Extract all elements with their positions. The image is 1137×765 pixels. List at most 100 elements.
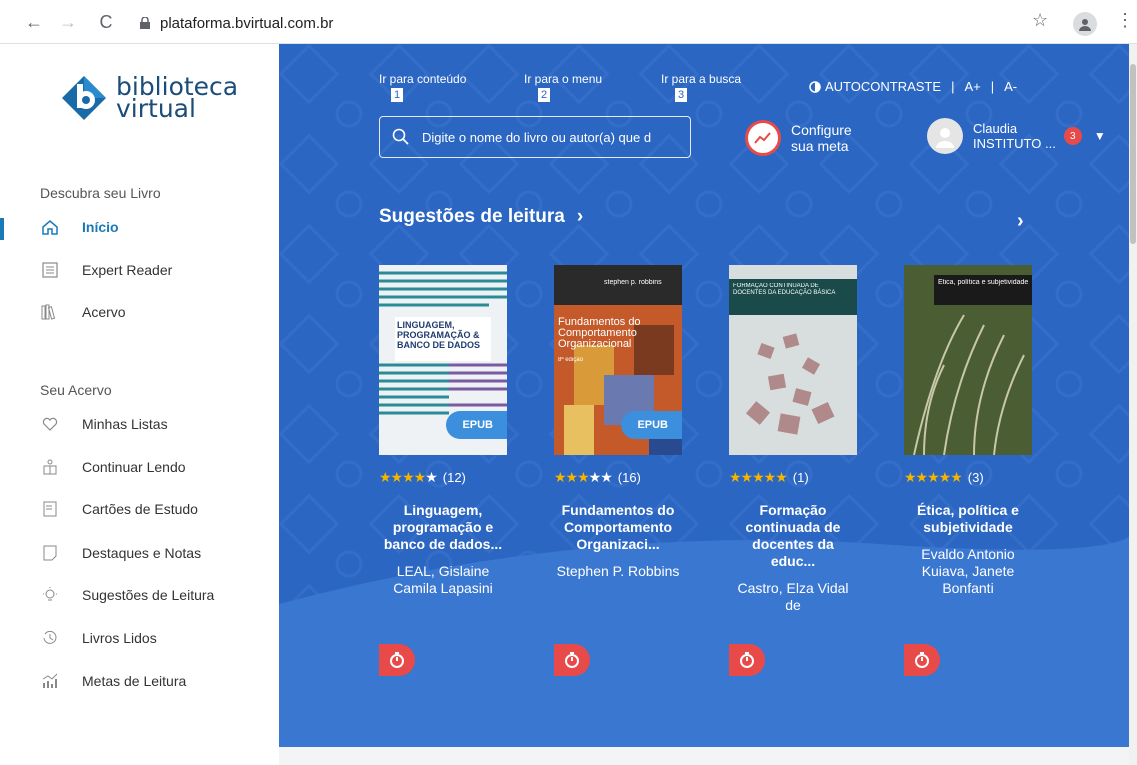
sidebar-item-expert-reader[interactable]: Expert Reader [40,255,260,285]
bookmark-star-icon[interactable]: ☆ [1032,10,1048,31]
book-author: Stephen P. Robbins [556,563,680,579]
menu-kebab-icon[interactable]: ⋮ [1116,10,1134,31]
history-icon [40,628,60,648]
lightbulb-icon [40,585,60,605]
stopwatch-icon [740,652,754,668]
section-header[interactable]: Sugestões de leitura › [379,206,583,228]
avatar [927,118,963,154]
browser-toolbar: ← → C plataforma.bvirtual.com.br ☆ ⋮ [0,0,1137,44]
stopwatch-icon [390,652,404,668]
chevron-right-icon: › [576,206,584,227]
epub-badge: EPUB [621,411,682,439]
book-title[interactable]: Formação continuada de docentes da educ.… [729,502,857,570]
configure-goal-button[interactable]: Configure sua meta [745,120,852,156]
skip-number: 1 [391,88,403,102]
sidebar-item-inicio[interactable]: Início [40,212,260,242]
book-cover[interactable]: Ética, política e subjetividade [904,265,1032,455]
logo[interactable]: biblioteca virtual [60,74,238,122]
rating-count: (12) [442,470,466,485]
cover-title: FORMAÇÃO CONTINUADA DE DOCENTES DA EDUCA… [733,283,836,296]
back-arrow-icon[interactable]: ← [20,8,48,36]
sidebar-item-label: Destaques e Notas [82,545,202,561]
book-card[interactable]: LINGUAGEM, PROGRAMAÇÃO & BANCO DE DADOS … [379,265,519,597]
sidebar: biblioteca virtual Descubra seu Livro In… [0,44,279,765]
cards-icon [40,499,60,519]
contrast-icon [809,80,821,93]
cover-title: Fundamentos do Comportamento Organizacio… [558,317,641,350]
profile-icon[interactable] [1073,12,1097,36]
scrollbar[interactable] [1129,44,1137,765]
rating: ★★★★★ (3) [904,469,1044,486]
timer-button[interactable] [904,644,940,676]
book-card[interactable]: Ética, política e subjetividade ★★★★★ (3… [904,265,1044,597]
search-input[interactable] [422,129,672,145]
skip-link-menu[interactable]: Ir para o menu [524,72,602,86]
book-card[interactable]: stephen p. robbins Fundamentos do Compor… [554,265,694,580]
stars-icon: ★★★★★ [904,469,963,485]
address-bar[interactable]: plataforma.bvirtual.com.br [140,10,333,36]
book-title[interactable]: Linguagem, programação e banco de dados.… [379,502,507,553]
sidebar-item-label: Cartões de Estudo [82,501,198,517]
books-icon [40,302,60,322]
stopwatch-icon [915,652,929,668]
cover-title: Ética, política e subjetividade [938,279,1029,286]
book-cover[interactable]: FORMAÇÃO CONTINUADA DE DOCENTES DA EDUCA… [729,265,857,455]
section-title-acervo: Seu Acervo [40,382,112,398]
accessibility-bar: AUTOCONTRASTE | A+ | A- [809,79,1017,94]
font-decrease-button[interactable]: A- [1004,79,1017,94]
book-author: LEAL, Gislaine Camila Lapasini [393,563,493,596]
lock-icon [140,17,150,29]
sidebar-item-sugestoes[interactable]: Sugestões de Leitura [40,580,260,610]
cover-text: LINGUAGEM, PROGRAMAÇÃO & BANCO DE DADOS [397,320,481,350]
timer-button[interactable] [379,644,415,676]
rating: ★★★★★ (1) [729,469,869,486]
caret-down-icon[interactable]: ▼ [1094,129,1106,143]
chart-icon [40,671,60,691]
goal-line2: sua meta [791,138,849,154]
sidebar-item-continuar-lendo[interactable]: Continuar Lendo [40,452,260,482]
rating-count: (3) [967,470,984,485]
sidebar-item-label: Expert Reader [82,262,173,278]
book-cover[interactable]: LINGUAGEM, PROGRAMAÇÃO & BANCO DE DADOS … [379,265,507,455]
rating-count: (1) [792,470,809,485]
book-cover[interactable]: stephen p. robbins Fundamentos do Compor… [554,265,682,455]
sidebar-item-livros-lidos[interactable]: Livros Lidos [40,623,260,653]
rating-count: (16) [617,470,641,485]
skip-number: 3 [675,88,687,102]
sidebar-item-label: Início [82,219,119,235]
skip-link-search[interactable]: Ir para a busca [661,72,741,86]
book-title[interactable]: Ética, política e subjetividade [904,502,1032,536]
timer-button[interactable] [554,644,590,676]
heart-icon [40,414,60,434]
user-menu[interactable]: Claudia INSTITUTO ... 3 ▼ [927,118,1106,154]
book-title[interactable]: Fundamentos do Comportamento Organizaci.… [554,502,682,553]
stars-icon: ★★★★★ [729,469,788,485]
reload-icon[interactable]: C [92,8,120,36]
skip-number: 2 [538,88,550,102]
autocontrast-button[interactable]: AUTOCONTRASTE [825,79,941,94]
scrollbar-thumb[interactable] [1130,64,1136,244]
sidebar-item-cartoes-estudo[interactable]: Cartões de Estudo [40,494,260,524]
goal-trend-icon [745,120,781,156]
sidebar-item-metas[interactable]: Metas de Leitura [40,666,260,696]
home-icon [40,217,60,237]
logo-line2: virtual [116,94,196,123]
sidebar-item-minhas-listas[interactable]: Minhas Listas [40,409,260,439]
search-icon [392,128,409,145]
notification-badge[interactable]: 3 [1063,127,1082,145]
stars-icon: ★★★★★ [379,469,438,485]
skip-link-content[interactable]: Ir para conteúdo [379,72,466,86]
carousel-next-icon[interactable]: › [1017,210,1024,233]
sidebar-item-destaques-notas[interactable]: Destaques e Notas [40,538,260,568]
main-content: Ir para conteúdo 1 Ir para o menu 2 Ir p… [279,44,1129,747]
user-name: Claudia [973,121,1018,136]
font-increase-button[interactable]: A+ [964,79,980,94]
cover-edition: 8ª edição [558,357,583,363]
timer-button[interactable] [729,644,765,676]
url-text: plataforma.bvirtual.com.br [160,14,334,32]
section-title: Sugestões de leitura [379,206,565,227]
book-card[interactable]: FORMAÇÃO CONTINUADA DE DOCENTES DA EDUCA… [729,265,869,614]
forward-arrow-icon[interactable]: → [54,8,82,36]
sidebar-item-acervo[interactable]: Acervo [40,297,260,327]
content-bottom-area [279,747,1129,765]
